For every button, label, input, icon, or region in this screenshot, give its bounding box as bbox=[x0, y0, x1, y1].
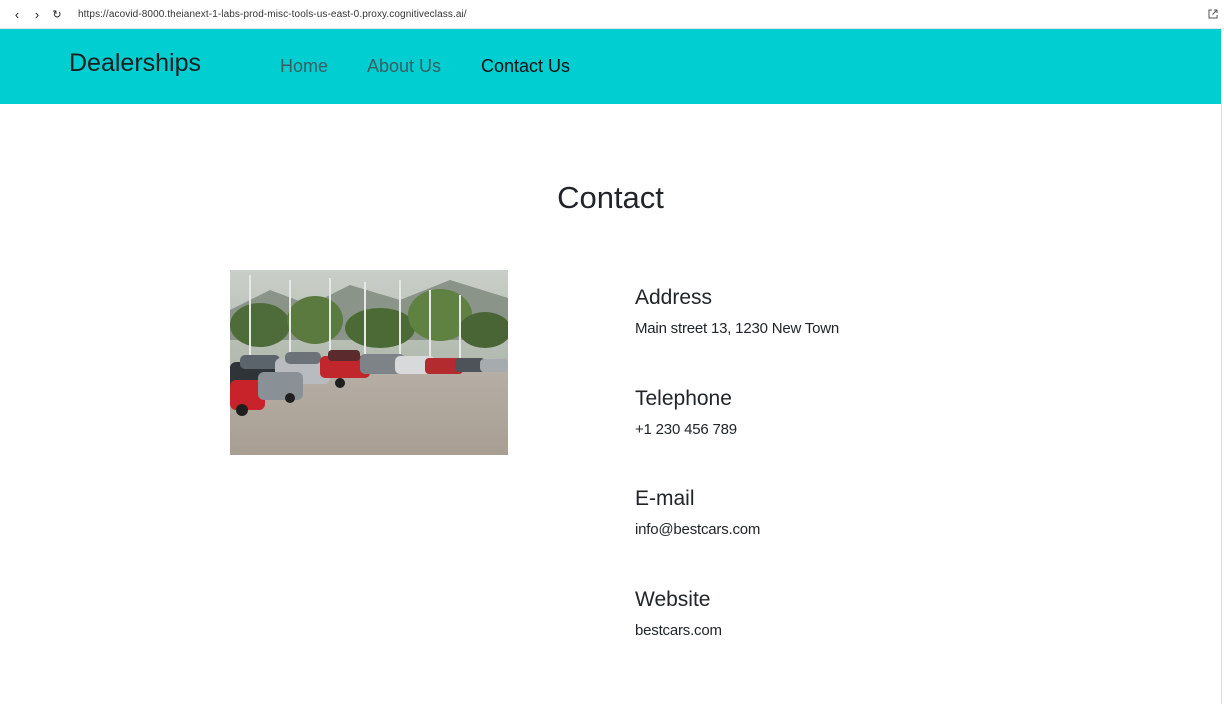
reload-icon[interactable]: ↻ bbox=[47, 4, 67, 24]
email-heading: E-mail bbox=[635, 487, 695, 510]
contact-telephone: Telephone +1 230 456 789 bbox=[635, 387, 737, 438]
chevron-left-icon[interactable]: ‹ bbox=[7, 4, 27, 24]
contact-email: E-mail info@bestcars.com bbox=[635, 487, 760, 538]
nav-link-contact-us[interactable]: Contact Us bbox=[481, 56, 570, 77]
website-value: bestcars.com bbox=[635, 622, 722, 639]
browser-toolbar: ‹ › ↻ https://acovid-8000.theianext-1-la… bbox=[0, 0, 1224, 29]
telephone-heading: Telephone bbox=[635, 387, 732, 410]
contact-address: Address Main street 13, 1230 New Town bbox=[635, 286, 839, 337]
contact-website: Website bestcars.com bbox=[635, 588, 722, 639]
page-title: Contact bbox=[557, 180, 664, 215]
email-value: info@bestcars.com bbox=[635, 521, 761, 538]
address-heading: Address bbox=[635, 286, 713, 309]
dealership-photo bbox=[230, 270, 508, 455]
website-heading: Website bbox=[635, 588, 711, 611]
nav-link-home[interactable]: Home bbox=[280, 56, 328, 77]
chevron-right-icon[interactable]: › bbox=[27, 4, 47, 24]
address-bar-url[interactable]: https://acovid-8000.theianext-1-labs-pro… bbox=[78, 9, 467, 20]
nav-link-about-us[interactable]: About Us bbox=[367, 56, 441, 77]
address-value: Main street 13, 1230 New Town bbox=[635, 320, 840, 337]
telephone-value: +1 230 456 789 bbox=[635, 421, 737, 438]
brand-link[interactable]: Dealerships bbox=[69, 49, 201, 78]
external-link-icon[interactable] bbox=[1206, 7, 1220, 21]
site-navbar: Dealerships Home About Us Contact Us bbox=[0, 29, 1221, 104]
window-edge bbox=[1221, 104, 1222, 704]
